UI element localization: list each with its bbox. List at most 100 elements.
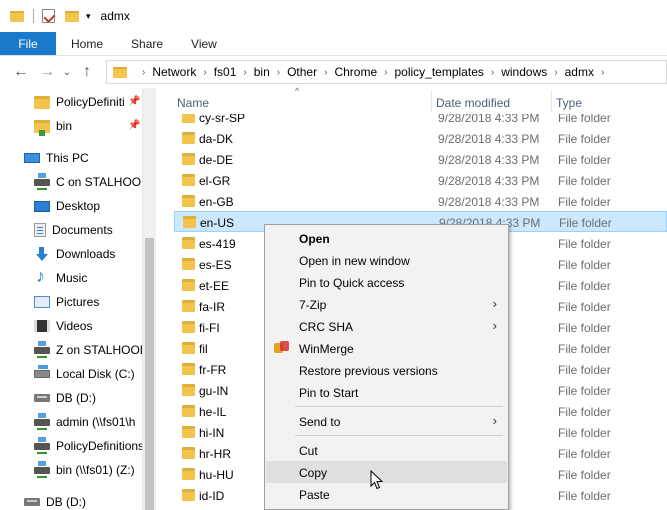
- tab-file[interactable]: File: [0, 32, 56, 55]
- chevron-right-icon[interactable]: ›: [277, 67, 280, 78]
- quick-access-dropdown-icon[interactable]: ▾: [86, 11, 91, 22]
- chevron-right-icon[interactable]: ›: [243, 67, 246, 78]
- sidebar-item-downloads[interactable]: Downloads: [34, 243, 115, 265]
- breadcrumb-other[interactable]: Other: [287, 65, 317, 79]
- sidebar-item-videos[interactable]: Videos: [34, 315, 92, 337]
- sidebar-item-music[interactable]: Music: [34, 266, 87, 289]
- address-bar[interactable]: › Network › fs01 › bin › Other › Chrome …: [106, 60, 667, 84]
- menu-item-open-in-new-window[interactable]: Open in new window: [266, 249, 507, 271]
- breadcrumb-bin[interactable]: bin: [254, 65, 270, 79]
- column-header-date-modified[interactable]: Date modified: [436, 96, 510, 110]
- chevron-right-icon: ›: [492, 296, 497, 311]
- sidebar-item-z-on-stalhood[interactable]: Z on STALHOOD: [34, 339, 142, 361]
- chevron-right-icon[interactable]: ›: [554, 67, 557, 78]
- forward-icon[interactable]: →: [34, 63, 60, 81]
- list-item[interactable]: en-GB 9/28/2018 4:33 PM File folder: [174, 191, 667, 212]
- file-name: fil: [199, 342, 208, 356]
- chevron-right-icon[interactable]: ›: [203, 67, 206, 78]
- sidebar-item-policydefinitions-drive[interactable]: PolicyDefinitions: [34, 435, 142, 457]
- menu-item-7-zip[interactable]: 7-Zip ›: [266, 293, 507, 315]
- up-icon[interactable]: ↑: [74, 63, 100, 81]
- file-date: 9/28/2018 4:33 PM: [438, 195, 540, 209]
- desktop-icon: [34, 200, 50, 212]
- sidebar-item-db-d[interactable]: DB (D:): [34, 387, 96, 409]
- sidebar-item-bin[interactable]: bin: [34, 115, 72, 137]
- menu-item-cut[interactable]: Cut: [266, 439, 507, 461]
- pin-icon[interactable]: 📌: [128, 120, 140, 131]
- folder-icon: [10, 10, 24, 22]
- file-type: File folder: [558, 237, 611, 251]
- file-type: File folder: [558, 300, 611, 314]
- properties-icon[interactable]: [42, 9, 55, 23]
- tab-view[interactable]: View: [177, 32, 231, 55]
- sidebar-item-c-on-stalhood[interactable]: C on STALHOOD: [34, 171, 142, 193]
- sidebar-item-label: Downloads: [56, 247, 116, 261]
- menu-item-winmerge[interactable]: WinMerge: [266, 337, 507, 359]
- folder-icon: [182, 237, 195, 249]
- new-folder-icon[interactable]: [65, 10, 79, 22]
- breadcrumb-admx[interactable]: admx: [565, 65, 594, 79]
- sidebar-item-this-pc[interactable]: This PC: [24, 147, 89, 169]
- chevron-right-icon[interactable]: ›: [601, 67, 604, 78]
- sidebar-item-pictures[interactable]: Pictures: [34, 291, 99, 313]
- list-item[interactable]: el-GR 9/28/2018 4:33 PM File folder: [174, 170, 667, 191]
- pin-icon[interactable]: 📌: [128, 96, 140, 107]
- sidebar-scrollbar[interactable]: [142, 88, 156, 510]
- folder-icon: [183, 216, 196, 228]
- file-name: es-ES: [199, 258, 232, 272]
- sidebar-item-documents[interactable]: Documents: [34, 219, 113, 241]
- chevron-right-icon[interactable]: ›: [491, 67, 494, 78]
- menu-item-pin-to-quick-access[interactable]: Pin to Quick access: [266, 271, 507, 293]
- menu-item-open[interactable]: Open: [266, 227, 507, 249]
- column-divider[interactable]: [551, 90, 552, 112]
- list-item[interactable]: da-DK 9/28/2018 4:33 PM File folder: [174, 128, 667, 149]
- list-item[interactable]: de-DE 9/28/2018 4:33 PM File folder: [174, 149, 667, 170]
- file-type: File folder: [558, 279, 611, 293]
- column-header-name[interactable]: Name: [177, 96, 209, 110]
- recent-locations-icon[interactable]: ⌄: [60, 67, 74, 78]
- documents-icon: [34, 223, 46, 237]
- file-type: File folder: [559, 216, 612, 230]
- file-name: hr-HR: [199, 447, 231, 461]
- sidebar-item-local-disk-c[interactable]: Local Disk (C:): [34, 363, 135, 385]
- file-type: File folder: [558, 426, 611, 440]
- breadcrumb-windows[interactable]: windows: [501, 65, 547, 79]
- file-name: de-DE: [199, 153, 234, 167]
- breadcrumb-fs01[interactable]: fs01: [214, 65, 237, 79]
- menu-item-send-to[interactable]: Send to ›: [266, 410, 507, 432]
- chevron-right-icon[interactable]: ›: [142, 67, 145, 78]
- column-header-type[interactable]: Type: [556, 96, 582, 110]
- list-item[interactable]: cy-sr-SP 9/28/2018 4:33 PM File folder: [174, 114, 667, 128]
- sidebar-item-bin-z[interactable]: bin (\\fs01) (Z:): [34, 459, 135, 481]
- menu-item-restore-previous-versions[interactable]: Restore previous versions: [266, 359, 507, 381]
- sidebar-item-desktop[interactable]: Desktop: [34, 195, 100, 217]
- menu-item-pin-to-start[interactable]: Pin to Start: [266, 381, 507, 403]
- tab-home[interactable]: Home: [56, 32, 117, 55]
- breadcrumb-network[interactable]: Network: [152, 65, 196, 79]
- menu-item-copy[interactable]: Copy: [266, 461, 507, 483]
- column-divider[interactable]: [431, 90, 432, 112]
- folder-icon: [113, 66, 127, 78]
- sidebar-item-label: Desktop: [56, 199, 101, 213]
- sidebar-item-label: PolicyDefinitions: [56, 439, 142, 453]
- file-name: fa-IR: [199, 300, 226, 314]
- folder-icon: [182, 426, 195, 438]
- scrollbar-thumb[interactable]: [145, 238, 154, 510]
- file-name: cy-sr-SP: [199, 114, 245, 125]
- menu-item-paste[interactable]: Paste: [266, 483, 507, 505]
- sidebar-item-policydefinitions[interactable]: PolicyDefiniti: [34, 91, 125, 113]
- sidebar-item-admin[interactable]: admin (\\fs01\h: [34, 411, 135, 433]
- menu-item-crc-sha[interactable]: CRC SHA ›: [266, 315, 507, 337]
- downloads-icon: [34, 247, 50, 261]
- sidebar-item-label: This PC: [46, 151, 89, 165]
- folder-icon: [182, 489, 195, 501]
- file-type: File folder: [558, 468, 611, 482]
- file-type: File folder: [558, 489, 611, 503]
- breadcrumb-chrome[interactable]: Chrome: [334, 65, 377, 79]
- breadcrumb-policy-templates[interactable]: policy_templates: [394, 65, 483, 79]
- chevron-right-icon[interactable]: ›: [324, 67, 327, 78]
- chevron-right-icon[interactable]: ›: [384, 67, 387, 78]
- sidebar-item-db-d-root[interactable]: DB (D:): [24, 491, 86, 510]
- tab-share[interactable]: Share: [117, 32, 177, 55]
- back-icon[interactable]: ←: [8, 63, 34, 81]
